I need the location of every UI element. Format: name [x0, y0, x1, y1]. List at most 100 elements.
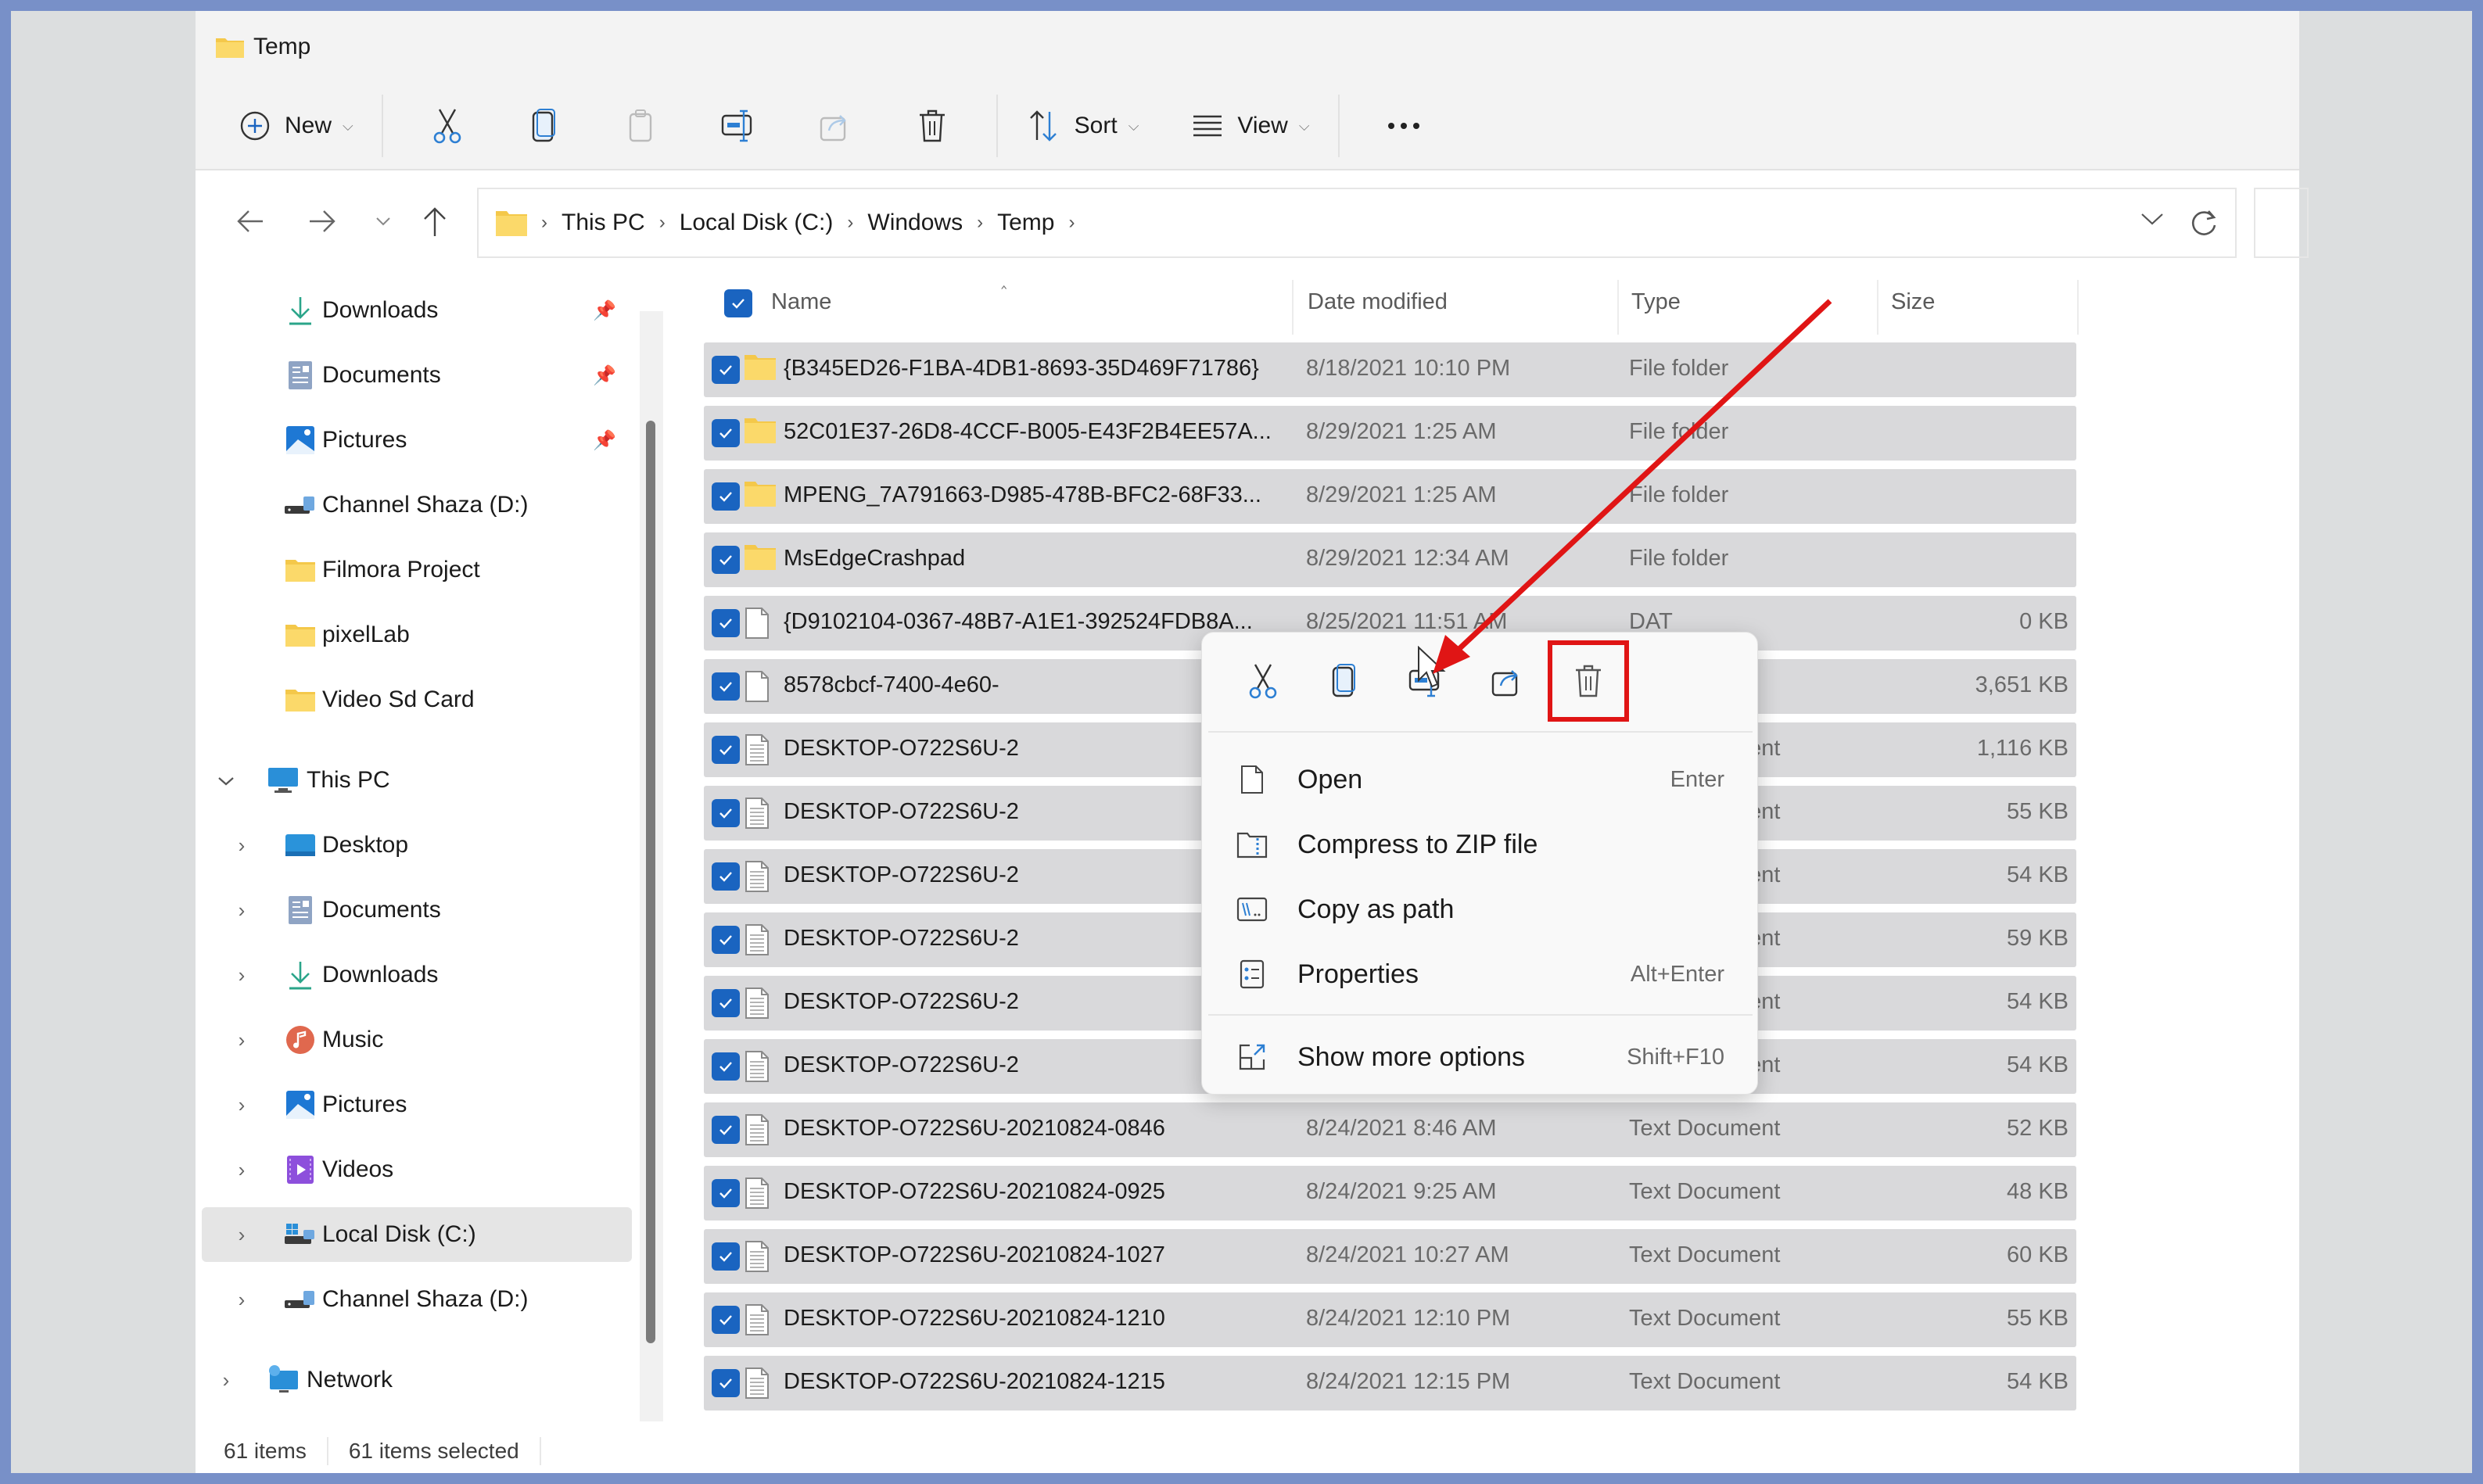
- chevron-right-icon[interactable]: ›: [230, 1288, 253, 1312]
- context-item-copy-as-path[interactable]: Copy as path: [1208, 880, 1753, 939]
- chevron-down-icon[interactable]: [214, 769, 238, 793]
- sidebar-item-pixellab[interactable]: pixelLab: [202, 608, 632, 662]
- sidebar-item-music[interactable]: › Music: [202, 1013, 632, 1067]
- sidebar-item-channel-shaza-d[interactable]: Channel Shaza (D:): [202, 478, 632, 532]
- sidebar-item-pictures[interactable]: Pictures 📌: [202, 413, 632, 468]
- file-row[interactable]: MsEdgeCrashpad 8/29/2021 12:34 AM File fol…: [704, 532, 2076, 587]
- file-row[interactable]: MPENG_7A791663-D985-478B-BFC2-68F33... 8/…: [704, 469, 2076, 524]
- context-item-show-more-options[interactable]: Show more options Shift+F10: [1208, 1027, 1753, 1087]
- search-box[interactable]: [2254, 188, 2309, 258]
- forward-button[interactable]: [299, 198, 346, 245]
- select-all-checkbox[interactable]: [724, 289, 752, 317]
- sidebar-item-documents-pc[interactable]: › Documents: [202, 883, 632, 937]
- context-copy-button[interactable]: [1304, 650, 1385, 712]
- sidebar-scrollbar-thumb[interactable]: [646, 421, 655, 1343]
- pin-icon[interactable]: 📌: [593, 299, 616, 322]
- sidebar-item-local-disk-c[interactable]: › Local Disk (C:): [202, 1207, 632, 1262]
- file-row[interactable]: DESKTOP-O722S6U-20210824-1215 8/24/2021 1…: [704, 1356, 2076, 1411]
- column-divider[interactable]: [2077, 280, 2079, 335]
- row-checkbox[interactable]: [712, 1179, 740, 1207]
- row-checkbox[interactable]: [712, 1116, 740, 1144]
- sidebar-item-downloads[interactable]: Downloads 📌: [202, 283, 632, 338]
- chevron-right-icon[interactable]: ›: [230, 1223, 253, 1247]
- copy-button[interactable]: [496, 95, 593, 157]
- chevron-right-icon[interactable]: ›: [230, 833, 253, 858]
- delete-button[interactable]: [884, 95, 981, 157]
- breadcrumb-local-disk[interactable]: Local Disk (C:): [680, 210, 834, 236]
- refresh-button[interactable]: [2173, 189, 2235, 256]
- sidebar-item-videos[interactable]: › Videos: [202, 1142, 632, 1197]
- row-checkbox[interactable]: [712, 1052, 740, 1081]
- chevron-right-icon[interactable]: ›: [230, 1028, 253, 1052]
- row-checkbox[interactable]: [712, 926, 740, 954]
- view-label: View: [1237, 113, 1288, 138]
- chevron-right-icon[interactable]: ›: [214, 1368, 238, 1393]
- column-header-size[interactable]: Size: [1891, 289, 1935, 315]
- paste-button[interactable]: [593, 95, 690, 157]
- sidebar-item-downloads-pc[interactable]: › Downloads: [202, 948, 632, 1002]
- column-header-name[interactable]: Name: [771, 289, 831, 315]
- share-button[interactable]: [787, 95, 884, 157]
- sidebar-item-documents[interactable]: Documents 📌: [202, 348, 632, 403]
- chevron-right-icon[interactable]: ›: [230, 1093, 253, 1117]
- sidebar-item-video-sd-card[interactable]: Video Sd Card: [202, 672, 632, 727]
- breadcrumb-temp[interactable]: Temp: [997, 210, 1054, 236]
- context-item-properties[interactable]: Properties Alt+Enter: [1208, 945, 1753, 1004]
- context-delete-button[interactable]: [1548, 640, 1629, 722]
- new-button[interactable]: New ⌵: [227, 95, 366, 157]
- sidebar-item-filmora-project[interactable]: Filmora Project: [202, 543, 632, 597]
- sidebar-item-pictures-pc[interactable]: › Pictures: [202, 1077, 632, 1132]
- row-checkbox[interactable]: [712, 672, 740, 701]
- sort-button[interactable]: Sort ⌵: [1014, 95, 1152, 157]
- sidebar-item-network[interactable]: › Network: [202, 1353, 632, 1407]
- row-checkbox[interactable]: [712, 989, 740, 1017]
- row-checkbox[interactable]: [712, 799, 740, 827]
- chevron-right-icon[interactable]: ›: [230, 1158, 253, 1182]
- file-size: 54 KB: [2007, 989, 2069, 1014]
- row-checkbox[interactable]: [712, 419, 740, 447]
- chevron-right-icon[interactable]: ›: [230, 963, 253, 988]
- up-button[interactable]: [411, 198, 458, 245]
- breadcrumb-windows[interactable]: Windows: [867, 210, 963, 236]
- address-history-button[interactable]: [2140, 211, 2165, 231]
- file-row[interactable]: {B345ED26-F1BA-4DB1-8693-35D469F71786} 8/…: [704, 342, 2076, 397]
- breadcrumb-this-pc[interactable]: This PC: [562, 210, 645, 236]
- row-checkbox[interactable]: [712, 609, 740, 637]
- cut-button[interactable]: [399, 95, 496, 157]
- column-divider[interactable]: [1877, 280, 1878, 335]
- chevron-right-icon[interactable]: ›: [230, 898, 253, 923]
- file-row[interactable]: DESKTOP-O722S6U-20210824-0846 8/24/2021 8…: [704, 1102, 2076, 1157]
- row-checkbox[interactable]: [712, 546, 740, 574]
- pin-icon[interactable]: 📌: [593, 429, 616, 452]
- row-checkbox[interactable]: [712, 1242, 740, 1271]
- file-row[interactable]: DESKTOP-O722S6U-20210824-0925 8/24/2021 9…: [704, 1166, 2076, 1221]
- row-checkbox[interactable]: [712, 862, 740, 891]
- address-bar[interactable]: › This PC › Local Disk (C:) › Windows › …: [477, 188, 2237, 258]
- column-header-date-modified[interactable]: Date modified: [1308, 289, 1448, 315]
- column-header-type[interactable]: Type: [1631, 289, 1681, 315]
- context-share-button[interactable]: [1466, 650, 1548, 712]
- rename-button[interactable]: [690, 95, 787, 157]
- column-divider[interactable]: [1617, 280, 1619, 335]
- more-options-button[interactable]: [1355, 95, 1452, 157]
- row-checkbox[interactable]: [712, 1306, 740, 1334]
- file-row[interactable]: 52C01E37-26D8-4CCF-B005-E43F2B4EE57A... 8…: [704, 406, 2076, 461]
- row-checkbox[interactable]: [712, 1369, 740, 1397]
- view-button[interactable]: View ⌵: [1179, 95, 1322, 157]
- row-checkbox[interactable]: [712, 356, 740, 384]
- context-cut-button[interactable]: [1222, 650, 1304, 712]
- column-divider[interactable]: [1292, 280, 1294, 335]
- row-checkbox[interactable]: [712, 482, 740, 511]
- sidebar-item-this-pc[interactable]: This PC: [202, 753, 632, 808]
- sidebar-scrollbar[interactable]: [640, 311, 663, 1421]
- context-item-open[interactable]: Open Enter: [1208, 750, 1753, 809]
- sidebar-item-desktop[interactable]: › Desktop: [202, 818, 632, 873]
- row-checkbox[interactable]: [712, 736, 740, 764]
- file-row[interactable]: DESKTOP-O722S6U-20210824-1027 8/24/2021 1…: [704, 1229, 2076, 1284]
- context-item-compress-zip[interactable]: Compress to ZIP file: [1208, 815, 1753, 874]
- back-button[interactable]: [227, 198, 274, 245]
- file-row[interactable]: DESKTOP-O722S6U-20210824-1210 8/24/2021 1…: [704, 1292, 2076, 1347]
- sidebar-item-channel-shaza-d-pc[interactable]: › Channel Shaza (D:): [202, 1272, 632, 1327]
- pin-icon[interactable]: 📌: [593, 364, 616, 387]
- recent-locations-button[interactable]: [360, 198, 407, 245]
